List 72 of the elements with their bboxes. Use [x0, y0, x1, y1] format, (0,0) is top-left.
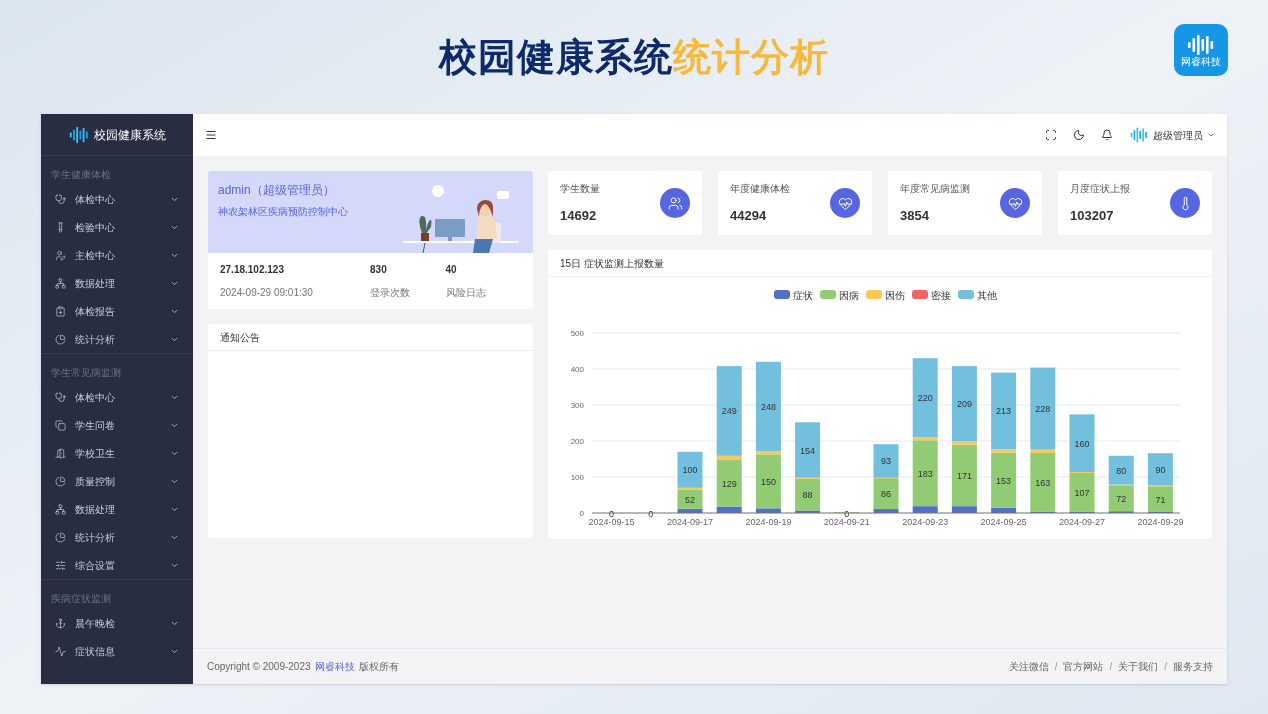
- value-label: 72: [1116, 493, 1127, 504]
- legend-label: 其他: [977, 290, 997, 301]
- legend-label: 因伤: [885, 290, 905, 301]
- x-tick-label: 2024-09-17: [667, 517, 713, 527]
- value-label: 129: [721, 478, 737, 489]
- value-label: 150: [760, 476, 776, 487]
- y-tick-label: 300: [570, 401, 584, 410]
- stat-label: 学生数量: [560, 181, 600, 196]
- value-label: 153: [996, 475, 1012, 486]
- value-label: 0: [648, 508, 654, 519]
- separator-text: /: [1054, 660, 1058, 674]
- y-tick-label: 400: [570, 365, 584, 374]
- legend-label: 症状: [793, 290, 813, 301]
- value-label: 93: [881, 456, 891, 467]
- value-label: 71: [1155, 494, 1166, 505]
- value-label: 209: [956, 399, 972, 410]
- value-label: 183: [917, 468, 933, 479]
- value-label: 88: [802, 490, 813, 501]
- value-label: 0: [844, 508, 850, 519]
- copyright-text: Copyright © 2009-2023: [207, 660, 311, 674]
- value-label: 171: [956, 470, 972, 481]
- separator-text: /: [1109, 660, 1113, 674]
- stat-value: 44294: [730, 206, 768, 225]
- card-title: 通知公告: [220, 330, 260, 345]
- value-label: 249: [721, 406, 737, 417]
- value-label: 86: [881, 489, 891, 500]
- x-tick-label: 2024-09-27: [1059, 517, 1105, 527]
- stat-label: 月度症状上报: [1070, 181, 1130, 196]
- login-time: 2024-09-29 09:01:30: [220, 286, 314, 300]
- value-label: 228: [1035, 404, 1051, 415]
- x-tick-label: 2024-09-15: [588, 517, 635, 527]
- value-label: 100: [682, 465, 698, 476]
- value-label: 248: [760, 401, 776, 412]
- value-label: 107: [1074, 487, 1090, 498]
- user-name: admin（超级管理员）: [218, 182, 336, 199]
- ip-address: 27.18.102.123: [220, 263, 285, 277]
- stat-value: 40: [445, 263, 458, 277]
- y-tick-label: 100: [570, 473, 584, 482]
- value-label: 80: [1116, 465, 1127, 476]
- organization-name: 神农架林区疾病预防控制中心: [218, 205, 348, 219]
- value-label: 160: [1074, 438, 1090, 449]
- separator-text: /: [1164, 660, 1167, 674]
- y-tick-label: 200: [570, 437, 584, 446]
- value-label: 0: [609, 508, 615, 519]
- value-label: 154: [800, 445, 816, 456]
- brand-name: 校园健康系统: [94, 126, 166, 144]
- stat-value: 830: [370, 263, 388, 277]
- legend-label: 因病: [839, 290, 859, 301]
- x-tick-label: 2024-09-21: [823, 517, 870, 527]
- stat-value: 14692: [560, 206, 598, 225]
- x-tick-label: 2024-09-23: [902, 517, 949, 527]
- brand-logo: 网睿科技: [1174, 24, 1228, 76]
- stat-label: 风险日志: [445, 286, 487, 300]
- value-label: 90: [1155, 464, 1166, 475]
- value-label: 52: [685, 494, 695, 505]
- legend-label: 密接: [931, 290, 951, 301]
- x-tick-label: 2024-09-19: [745, 517, 792, 527]
- x-tick-label: 2024-09-29: [1137, 517, 1184, 527]
- card-title: 15日 症状监测上报数量: [560, 256, 664, 271]
- stat-label: 年度常见病监测: [900, 181, 970, 196]
- y-tick-label: 500: [570, 329, 584, 338]
- rights-text: 版权所有: [358, 660, 399, 674]
- stat-value: 103207: [1070, 206, 1115, 225]
- value-label: 213: [996, 406, 1012, 417]
- y-tick-label: 0: [579, 509, 584, 518]
- value-label: 220: [917, 393, 933, 404]
- x-tick-label: 2024-09-25: [980, 517, 1027, 527]
- stat-label: 年度健康体检: [730, 181, 790, 196]
- value-label: 163: [1035, 477, 1051, 488]
- stat-value: 3854: [900, 206, 930, 225]
- stat-label: 登录次数: [370, 286, 411, 300]
- slide-title: 校园健康系统统计分析: [439, 34, 829, 80]
